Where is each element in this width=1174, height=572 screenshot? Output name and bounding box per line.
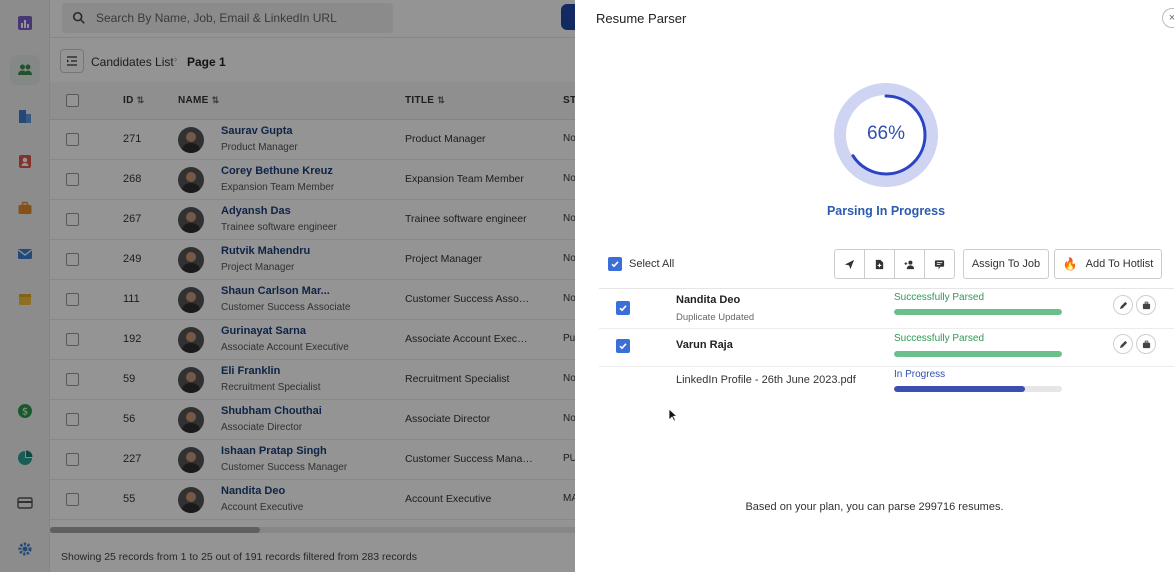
select-all-checkbox[interactable]	[608, 257, 622, 271]
briefcase-icon	[1142, 301, 1150, 309]
item-status: Successfully Parsed	[894, 292, 985, 303]
add-user-icon	[904, 260, 915, 269]
send-icon	[844, 259, 855, 269]
comment-icon	[934, 259, 945, 270]
edit-button[interactable]	[1113, 295, 1133, 315]
resume-parser-panel: Resume Parser × 66% Parsing In Progress …	[575, 0, 1174, 572]
progress-percentage: 66%	[866, 123, 906, 144]
add-file-icon	[875, 259, 884, 269]
checkmark-icon	[619, 343, 627, 350]
add-file-button[interactable]	[865, 250, 895, 278]
progress-fill	[894, 386, 1026, 392]
checkmark-icon	[619, 305, 627, 312]
item-checkbox[interactable]	[616, 339, 630, 353]
mouse-cursor-icon	[668, 408, 678, 422]
add-to-hotlist-label: Add To Hotlist	[1085, 258, 1154, 270]
item-progress-bar	[894, 309, 1062, 315]
close-icon[interactable]: ×	[1162, 8, 1174, 28]
panel-title: Resume Parser	[596, 11, 687, 26]
send-button[interactable]	[835, 250, 865, 278]
parsing-item: LinkedIn Profile - 26th June 2023.pdf In…	[599, 366, 1174, 406]
item-checkbox[interactable]	[616, 301, 630, 315]
item-subtext: Duplicate Updated	[676, 312, 755, 323]
item-status: Successfully Parsed	[894, 333, 985, 344]
add-user-button[interactable]	[895, 250, 925, 278]
plan-limit-note: Based on your plan, you can parse 299716…	[745, 501, 1004, 513]
modal-backdrop[interactable]	[0, 0, 575, 572]
item-progress-bar	[894, 386, 1062, 392]
item-file-name: LinkedIn Profile - 26th June 2023.pdf	[676, 374, 856, 386]
briefcase-icon	[1142, 340, 1150, 348]
view-job-button[interactable]	[1136, 295, 1156, 315]
item-name: Nandita Deo	[676, 294, 741, 306]
progress-fill	[894, 351, 1062, 357]
parsed-item: Nandita Deo Duplicate Updated Successful…	[599, 289, 1174, 329]
assign-to-job-button[interactable]: Assign To Job	[963, 249, 1049, 279]
flame-icon: 🔥	[1062, 257, 1078, 271]
item-name: Varun Raja	[676, 339, 733, 351]
comment-button[interactable]	[925, 250, 954, 278]
pencil-icon	[1119, 340, 1127, 348]
view-job-button[interactable]	[1136, 334, 1156, 354]
item-progress-bar	[894, 351, 1062, 357]
progress-fill	[894, 309, 1062, 315]
add-to-hotlist-button[interactable]: 🔥 Add To Hotlist	[1054, 249, 1162, 279]
parsed-item: Varun Raja Successfully Parsed	[599, 327, 1174, 367]
pencil-icon	[1119, 301, 1127, 309]
bulk-action-group	[834, 249, 955, 279]
checkmark-icon	[611, 261, 619, 268]
edit-button[interactable]	[1113, 334, 1133, 354]
parsing-status-label: Parsing In Progress	[826, 204, 946, 218]
select-all-label[interactable]: Select All	[629, 258, 674, 270]
item-status: In Progress	[894, 369, 946, 380]
